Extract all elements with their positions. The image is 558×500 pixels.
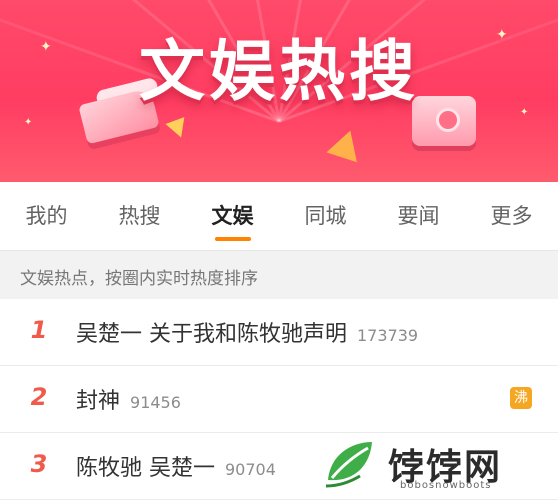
active-tab-indicator [214,237,251,241]
tab-bar: 我的 热搜 文娱 同城 要闻 更多 [0,182,558,250]
info-text: 文娱热点，按圈内实时热度排序 [20,269,258,289]
hot-keyword: 吴楚一 关于我和陈牧驰声明 173739 [76,316,418,348]
watermark-url: bobosnowboots [400,480,492,491]
tab-label: 我的 [25,204,68,228]
tab-label: 热搜 [118,204,161,228]
tab-label: 更多 [490,204,533,228]
tab-label: 要闻 [397,204,440,228]
watermark: 饽饽网 bobosnowboots [314,434,554,496]
tab-mine[interactable]: 我的 [0,182,93,250]
leaf-logo-icon [325,442,372,488]
sparkle-icon: ✦ [24,117,33,128]
banner-title: 文娱热搜 [139,33,419,110]
tab-more[interactable]: 更多 [465,182,558,250]
rank-number: 2 [30,383,48,411]
keyword-text: 封神 [76,389,121,414]
keyword-text: 陈牧驰 吴楚一 [76,456,215,481]
hot-keyword: 封神 91456 [76,383,181,415]
tab-local[interactable]: 同城 [279,182,372,250]
rank-number: 1 [30,316,48,344]
hot-keyword: 陈牧驰 吴楚一 90704 [76,450,276,482]
rank-number: 3 [30,450,48,478]
heat-value: 90704 [225,460,276,479]
keyword-text: 吴楚一 关于我和陈牧驰声明 [76,322,347,347]
info-bar: 文娱热点，按圈内实时热度排序 [0,250,558,300]
heat-value: 173739 [357,326,419,345]
hot-search-item[interactable]: 1 吴楚一 关于我和陈牧驰声明 173739 [0,299,558,366]
tab-label: 同城 [304,204,347,228]
hot-search-item[interactable]: 2 封神 91456 沸 [0,366,558,433]
tab-news[interactable]: 要闻 [372,182,465,250]
heat-value: 91456 [130,393,181,412]
tab-label: 文娱 [211,204,254,228]
tab-entertainment[interactable]: 文娱 [186,182,279,250]
boiling-badge: 沸 [510,387,532,409]
tab-hot-search[interactable]: 热搜 [93,182,186,250]
banner: ✦ ✦ ✦ ✦ 文娱热搜 [0,0,558,182]
